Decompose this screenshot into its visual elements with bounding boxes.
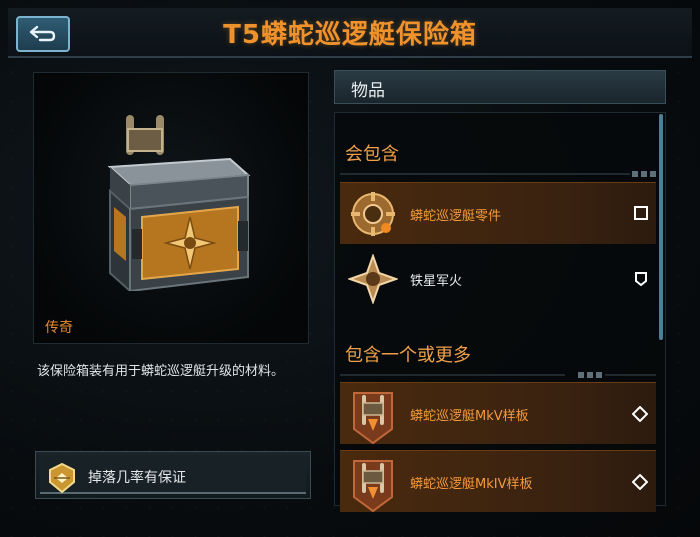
guarantee-label: 掉落几率有保证 xyxy=(88,470,186,486)
treasure-chest-image xyxy=(107,115,251,291)
gold-shield-icon xyxy=(49,462,75,494)
section-title-one-or-more: 包含一个或更多 xyxy=(345,345,471,366)
items-panel-title: 物品 xyxy=(351,81,385,101)
items-panel-header: 物品 xyxy=(334,70,666,104)
list-item-viper-parts[interactable]: 蟒蛇巡逻艇零件 xyxy=(340,182,656,244)
diamond-marker-icon xyxy=(632,406,648,422)
list-item-viper-mkiv-blueprint[interactable]: 蟒蛇巡逻艇MkIV样板 xyxy=(340,450,656,513)
blueprint-icon xyxy=(353,392,393,445)
list-item-iron-star-munitions[interactable]: 铁星军火 xyxy=(340,248,656,310)
item-preview: 传奇 xyxy=(33,72,309,344)
item-label: 蟒蛇巡逻艇MkIV样板 xyxy=(410,477,533,492)
blueprint-icon xyxy=(353,460,393,513)
scrollbar[interactable] xyxy=(659,114,663,340)
section-divider xyxy=(340,372,656,378)
item-label: 铁星军火 xyxy=(410,274,463,289)
item-description: 该保险箱装有用于蟒蛇巡逻艇升级的材料。 xyxy=(37,364,285,379)
diamond-marker-icon xyxy=(632,474,648,490)
page-title: T5蟒蛇巡逻艇保险箱 xyxy=(223,20,477,50)
square-marker-icon xyxy=(634,206,648,220)
section-divider xyxy=(340,171,656,177)
list-item-viper-mkv-blueprint[interactable]: 蟒蛇巡逻艇MkV样板 xyxy=(340,382,656,445)
item-label: 蟒蛇巡逻艇零件 xyxy=(410,209,502,224)
header-bar: T5蟒蛇巡逻艇保险箱 xyxy=(8,8,692,58)
gear-part-icon xyxy=(351,192,395,236)
drop-guarantee-banner: 掉落几率有保证 xyxy=(35,451,311,499)
star-badge-icon xyxy=(348,254,398,304)
item-label: 蟒蛇巡逻艇MkV样板 xyxy=(410,409,529,424)
shield-marker-icon xyxy=(635,272,647,287)
rarity-label: 传奇 xyxy=(45,320,73,336)
section-title-will-contain: 会包含 xyxy=(345,144,399,165)
